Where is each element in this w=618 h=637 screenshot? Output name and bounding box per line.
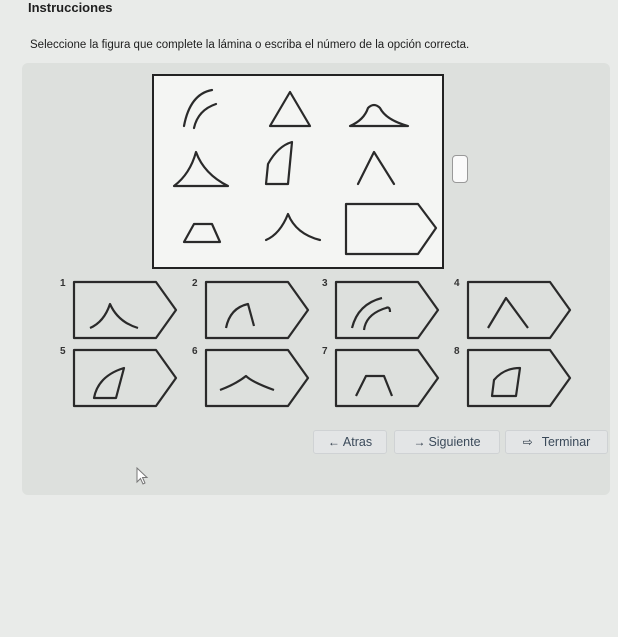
option-number: 3 <box>322 278 328 289</box>
option-3-shape <box>350 296 392 331</box>
option-5-shape <box>92 366 126 400</box>
option-frame <box>72 280 178 340</box>
option-frame <box>334 348 440 408</box>
option-4-shape <box>487 296 529 329</box>
back-button-label: Atras <box>342 435 373 449</box>
option-number: 4 <box>454 278 460 289</box>
mouse-cursor-icon <box>136 467 149 485</box>
matrix-figure-open-peak <box>264 212 322 242</box>
option-8[interactable]: 8 <box>454 346 578 410</box>
matrix-figure-dome <box>348 103 410 128</box>
option-7-shape <box>355 374 394 397</box>
option-frame <box>466 280 572 340</box>
option-3[interactable]: 3 <box>322 278 446 342</box>
matrix-figure-quad <box>264 140 294 186</box>
answer-input[interactable] <box>452 155 468 183</box>
figure-matrix <box>152 74 444 269</box>
page-title: Instrucciones <box>28 0 113 15</box>
option-2[interactable]: 2 <box>192 278 316 342</box>
option-number: 8 <box>454 346 460 357</box>
option-8-shape <box>490 366 522 398</box>
finish-button-label: Terminar <box>541 435 591 449</box>
option-7[interactable]: 7 <box>322 346 446 410</box>
option-frame <box>72 348 178 408</box>
option-1-shape <box>89 302 139 330</box>
matrix-figure-trapezoid <box>182 222 222 244</box>
matrix-figure-triangle <box>268 90 312 128</box>
option-frame <box>204 348 310 408</box>
arrow-left-icon: ← <box>327 435 340 449</box>
back-button[interactable]: ← Atras <box>313 430 387 454</box>
next-button[interactable]: → Siguiente <box>394 430 500 454</box>
option-number: 7 <box>322 346 328 357</box>
arrow-right-icon: → <box>413 435 426 449</box>
option-number: 1 <box>60 278 66 289</box>
matrix-figure-arc <box>182 88 218 130</box>
option-number: 5 <box>60 346 66 357</box>
option-2-shape <box>224 302 256 329</box>
option-number: 6 <box>192 346 198 357</box>
instruction-text: Seleccione la figura que complete la lám… <box>30 39 470 51</box>
finish-button[interactable]: ⇨ Terminar <box>505 430 608 454</box>
matrix-figure-peak-base <box>172 150 230 188</box>
option-5[interactable]: 5 <box>60 346 184 410</box>
option-6-shape <box>219 374 275 392</box>
option-4[interactable]: 4 <box>454 278 578 342</box>
exit-icon: ⇨ <box>522 435 533 449</box>
next-button-label: Siguiente <box>428 435 481 449</box>
matrix-figure-empty-slot <box>344 202 438 256</box>
option-6[interactable]: 6 <box>192 346 316 410</box>
matrix-figure-caret <box>356 150 396 186</box>
option-frame <box>204 280 310 340</box>
option-number: 2 <box>192 278 198 289</box>
option-1[interactable]: 1 <box>60 278 184 342</box>
option-frame <box>334 280 440 340</box>
